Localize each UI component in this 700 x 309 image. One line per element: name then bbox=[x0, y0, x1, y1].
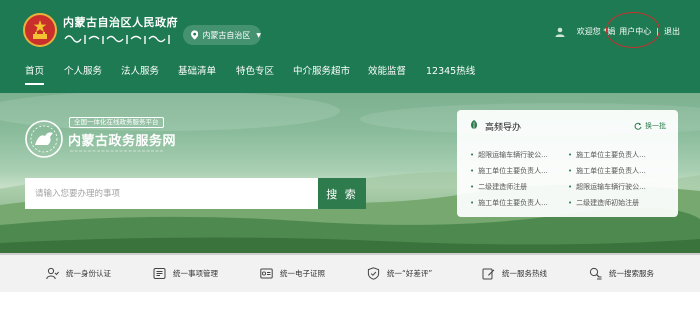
nav-intermediary-market[interactable]: 中介服务超市 bbox=[293, 63, 350, 77]
location-pin-icon bbox=[191, 30, 199, 40]
guide-item[interactable]: 二级建造师注册 bbox=[470, 182, 558, 192]
frequent-guide-panel: 高频导办 换一批 超限运输车辆行驶公... 施工单位主要负责人... 施工单位主… bbox=[457, 110, 678, 217]
leaf-icon bbox=[470, 120, 478, 130]
shield-check-icon bbox=[367, 267, 380, 280]
user-center-link[interactable]: 用户中心 bbox=[606, 12, 661, 48]
service-label: 统一服务热线 bbox=[502, 269, 547, 278]
guide-item[interactable]: 超限运输车辆行驶公... bbox=[470, 150, 558, 160]
service-label: 统一事项管理 bbox=[173, 269, 218, 278]
guide-header: 高频导办 换一批 bbox=[457, 110, 678, 138]
service-label: 统一电子证照 bbox=[280, 269, 325, 278]
platform-logo-icon bbox=[25, 120, 63, 158]
mongolian-script-title bbox=[64, 35, 170, 44]
guide-item[interactable]: 施工单位主要负责人... bbox=[470, 198, 558, 208]
service-search[interactable]: 统一搜索服务 bbox=[589, 255, 654, 292]
user-icon bbox=[555, 27, 565, 37]
guide-item[interactable]: 施工单位主要负责人... bbox=[568, 166, 656, 176]
nav-efficiency-supervision[interactable]: 效能监督 bbox=[368, 63, 406, 77]
service-e-certificate[interactable]: 统一电子证照 bbox=[260, 255, 325, 292]
guide-title: 高频导办 bbox=[485, 123, 522, 133]
service-good-bad-review[interactable]: 统一“好差评” bbox=[367, 255, 432, 292]
search-list-icon bbox=[589, 267, 602, 280]
refresh-icon bbox=[634, 122, 642, 130]
platform-subtitle-graphic bbox=[70, 150, 164, 152]
guide-item[interactable]: 二级建造师初始注册 bbox=[568, 198, 656, 208]
caret-down-icon: ▼ bbox=[256, 31, 261, 39]
service-label: 统一“好差评” bbox=[387, 269, 433, 278]
service-hotline[interactable]: 统一服务热线 bbox=[482, 255, 547, 292]
refresh-button[interactable]: 换一批 bbox=[634, 121, 666, 131]
government-title[interactable]: 内蒙古自治区人民政府 bbox=[63, 14, 178, 30]
guide-item[interactable]: 施工单位主要负责人... bbox=[470, 166, 558, 176]
nav-corporate-services[interactable]: 法人服务 bbox=[121, 63, 159, 77]
nav-featured-zone[interactable]: 特色专区 bbox=[236, 63, 274, 77]
logout-link[interactable]: 退出 bbox=[664, 26, 680, 37]
service-label: 统一搜索服务 bbox=[609, 269, 654, 278]
refresh-label: 换一批 bbox=[645, 122, 666, 130]
edit-icon bbox=[482, 268, 495, 280]
service-matter-management[interactable]: 统一事项管理 bbox=[153, 255, 218, 292]
highlight-ring bbox=[606, 12, 661, 48]
region-label: 内蒙古自治区 bbox=[202, 30, 251, 40]
search-button[interactable]: 搜 索 bbox=[318, 178, 366, 209]
user-area: 欢迎您 *娟 用户中心 | 退出 bbox=[555, 12, 680, 48]
guide-item[interactable]: 施工单位主要负责人... bbox=[568, 150, 656, 160]
nav-hotline-12345[interactable]: 12345热线 bbox=[426, 63, 475, 77]
nav-basic-list[interactable]: 基础清单 bbox=[178, 63, 216, 77]
service-label: 统一身份认证 bbox=[66, 269, 111, 278]
unified-services-bar: 统一身份认证 统一事项管理 统一电子证照 统一“好差评” 统一服务热线 统一搜索… bbox=[0, 255, 700, 292]
header: 内蒙古自治区人民政府 内蒙古自治区 ▼ 欢迎您 *娟 用户中心 | 退出 首页 … bbox=[0, 0, 700, 93]
main-nav: 首页 个人服务 法人服务 基础清单 特色专区 中介服务超市 效能监督 12345… bbox=[0, 59, 700, 87]
guide-item[interactable]: 超限运输车辆行驶公... bbox=[568, 182, 656, 192]
identity-icon bbox=[46, 267, 59, 280]
search-input[interactable] bbox=[25, 178, 318, 209]
nav-personal-services[interactable]: 个人服务 bbox=[64, 63, 102, 77]
service-identity-auth[interactable]: 统一身份认证 bbox=[46, 255, 111, 292]
list-icon bbox=[153, 268, 166, 279]
region-selector[interactable]: 内蒙古自治区 ▼ bbox=[183, 25, 261, 45]
national-emblem-icon bbox=[23, 13, 57, 47]
nav-home[interactable]: 首页 bbox=[25, 63, 45, 85]
search-box bbox=[25, 178, 318, 209]
certificate-icon bbox=[260, 268, 273, 279]
platform-tag: 全国一体化在线政务服务平台 bbox=[69, 117, 164, 128]
